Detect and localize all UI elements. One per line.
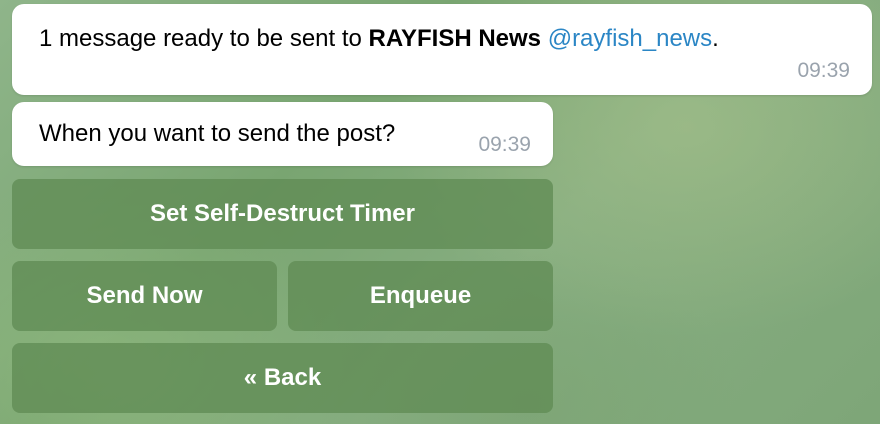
message-text: When you want to send the post? <box>39 120 396 147</box>
enqueue-button[interactable]: Enqueue <box>288 261 553 331</box>
self-destruct-timer-button[interactable]: Set Self-Destruct Timer <box>12 179 553 249</box>
message-time: 09:39 <box>478 133 531 156</box>
back-button[interactable]: « Back <box>12 343 553 413</box>
message-suffix: . <box>712 25 719 52</box>
message-time: 09:39 <box>797 59 850 82</box>
message-bubble-ready: 1 message ready to be sent to RAYFISH Ne… <box>12 4 872 95</box>
message-bubble-question: When you want to send the post? 09:39 <box>12 102 553 166</box>
send-now-button[interactable]: Send Now <box>12 261 277 331</box>
channel-name: RAYFISH News <box>368 25 542 52</box>
message-prefix: 1 message ready to be sent to <box>39 25 369 52</box>
message-text: 1 message ready to be sent to RAYFISH Ne… <box>39 24 719 54</box>
channel-mention-link[interactable]: @rayfish_news <box>548 25 712 52</box>
